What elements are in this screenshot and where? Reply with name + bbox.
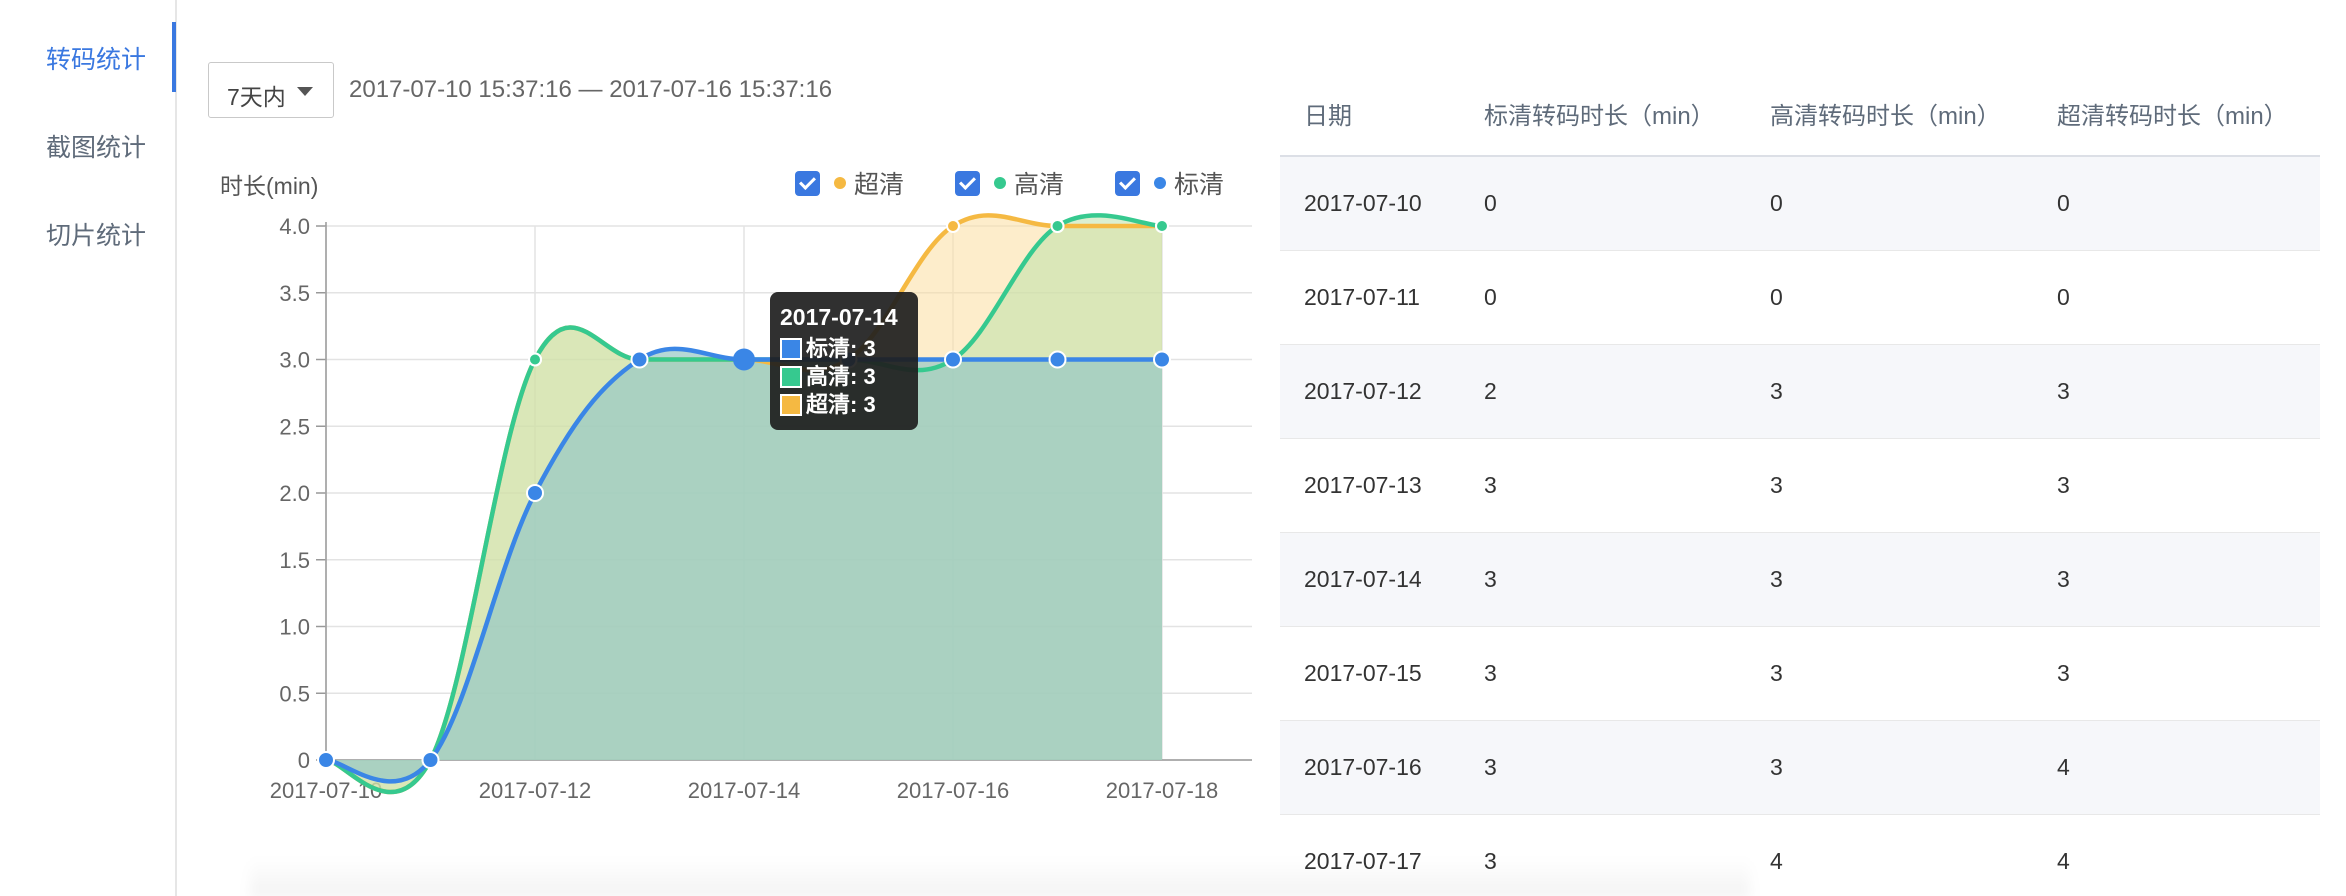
data-point-sd xyxy=(526,484,544,502)
table-header-sd: 标清转码时长（min） xyxy=(1484,103,1715,130)
data-point-sd xyxy=(317,751,335,769)
y-tick-label: 2.0 xyxy=(279,481,310,506)
tooltip-swatch-icon xyxy=(780,394,802,416)
sidebar-active-indicator xyxy=(172,22,176,92)
table-cell-sd: 3 xyxy=(1484,754,1497,780)
table-header-date: 日期 xyxy=(1304,103,1352,130)
table-cell-uhd: 3 xyxy=(2057,566,2070,592)
sidebar-item-transcode-stats[interactable]: 转码统计 xyxy=(46,40,146,76)
chart-tooltip: 2017-07-14 标清: 3 高清: 3 超清: 3 xyxy=(770,292,918,430)
data-point-sd xyxy=(944,350,962,369)
bottom-shadow xyxy=(250,858,1750,896)
date-range-text: 2017-07-10 15:37:16 — 2017-07-16 15:37:1… xyxy=(349,76,833,103)
sidebar: 转码统计 截图统计 切片统计 xyxy=(0,0,177,896)
time-range-select[interactable]: 7天内 xyxy=(208,62,334,118)
table-cell-sd: 3 xyxy=(1484,660,1497,686)
table-cell-hd: 3 xyxy=(1770,378,1783,404)
table-row: 2017-07-13 3 3 3 xyxy=(1280,439,2320,533)
table-row: 2017-07-14 3 3 3 xyxy=(1280,533,2320,627)
table-cell-hd: 3 xyxy=(1770,472,1783,498)
y-tick-label: 4.0 xyxy=(279,214,310,239)
chart-area[interactable]: 0 0.5 1.0 1.5 2.0 2.5 3.0 3.5 4.0 2017-07-10 2017-… xyxy=(200,150,1270,830)
tooltip-row-label: 标清: 3 xyxy=(806,336,876,361)
y-tick-label: 0.5 xyxy=(279,681,310,706)
table-cell-date: 2017-07-11 xyxy=(1304,284,1420,310)
x-tick-label: 2017-07-14 xyxy=(688,778,801,803)
tooltip-row-uhd: 超清: 3 xyxy=(780,391,908,419)
table-cell-date: 2017-07-16 xyxy=(1304,754,1422,780)
data-point-hd xyxy=(1050,219,1065,233)
sidebar-item-screenshot-stats[interactable]: 截图统计 xyxy=(46,128,146,164)
table-cell-date: 2017-07-14 xyxy=(1304,566,1422,592)
table-cell-uhd: 3 xyxy=(2057,660,2070,686)
y-tick-label: 1.5 xyxy=(279,548,310,573)
table-cell-hd: 4 xyxy=(1770,848,1783,874)
tooltip-swatch-icon xyxy=(780,338,802,360)
tooltip-title: 2017-07-14 xyxy=(780,304,898,330)
table-cell-hd: 3 xyxy=(1770,566,1783,592)
table-cell-uhd: 3 xyxy=(2057,472,2070,498)
tooltip-row-label: 高清: 3 xyxy=(806,364,876,389)
table-cell-date: 2017-07-13 xyxy=(1304,472,1422,498)
y-tick-label: 1.0 xyxy=(279,615,310,640)
table-cell-hd: 3 xyxy=(1770,754,1783,780)
table-cell-sd: 3 xyxy=(1484,472,1497,498)
data-point-sd xyxy=(630,350,649,369)
data-point-sd xyxy=(1153,350,1171,369)
table-cell-uhd: 3 xyxy=(2057,378,2070,404)
y-tick-label: 2.5 xyxy=(279,414,310,439)
x-tick-label: 2017-07-18 xyxy=(1106,778,1219,803)
table-cell-hd: 3 xyxy=(1770,660,1783,686)
table-cell-hd: 0 xyxy=(1770,284,1783,310)
table-row: 2017-07-12 2 3 3 xyxy=(1280,345,2320,439)
table-cell-hd: 0 xyxy=(1770,190,1783,216)
table-cell-date: 2017-07-15 xyxy=(1304,660,1422,686)
x-tick-label: 2017-07-12 xyxy=(479,778,592,803)
data-point-hd xyxy=(528,352,542,367)
table-cell-uhd: 4 xyxy=(2057,848,2070,874)
table-cell-sd: 0 xyxy=(1484,190,1497,216)
tooltip-swatch-icon xyxy=(780,366,802,388)
table-cell-uhd: 0 xyxy=(2057,190,2070,216)
y-tick-label: 3.5 xyxy=(279,281,310,306)
data-point-sd xyxy=(421,751,440,769)
tooltip-row-hd: 高清: 3 xyxy=(780,363,908,391)
table-header-uhd: 超清转码时长（min） xyxy=(2057,103,2288,130)
y-tick-label: 3.0 xyxy=(279,348,310,373)
data-point-sd xyxy=(1048,350,1067,369)
table-cell-sd: 3 xyxy=(1484,566,1497,592)
data-point-uhd xyxy=(946,219,960,233)
data-point-hd xyxy=(1155,219,1169,233)
time-range-select-value: 7天内 xyxy=(227,84,286,110)
table-header: 日期 标清转码时长（min） 高清转码时长（min） 超清转码时长（min） xyxy=(1280,60,2320,157)
table-cell-sd: 2 xyxy=(1484,378,1497,404)
table-row: 2017-07-11 0 0 0 xyxy=(1280,251,2320,345)
table-cell-uhd: 4 xyxy=(2057,754,2070,780)
table-row: 2017-07-10 0 0 0 xyxy=(1280,157,2320,251)
table-row: 2017-07-15 3 3 3 xyxy=(1280,627,2320,721)
table-cell-date: 2017-07-12 xyxy=(1304,378,1422,404)
tooltip-row-sd: 标清: 3 xyxy=(780,335,908,363)
table-cell-date: 2017-07-10 xyxy=(1304,190,1422,216)
table-header-hd: 高清转码时长（min） xyxy=(1770,103,2001,130)
table-row: 2017-07-16 3 3 4 xyxy=(1280,721,2320,815)
table-cell-sd: 0 xyxy=(1484,284,1497,310)
y-tick-label: 0 xyxy=(298,748,310,773)
caret-down-icon xyxy=(297,87,313,96)
area-chart[interactable]: 00.51.01.52.02.53.03.54.02017-07-10 2017-… xyxy=(200,150,1270,830)
sidebar-item-slice-stats[interactable]: 切片统计 xyxy=(46,216,146,252)
tooltip-row-label: 超清: 3 xyxy=(806,392,876,417)
data-point-sd xyxy=(733,348,755,371)
x-tick-label: 2017-07-16 xyxy=(897,778,1010,803)
table-cell-uhd: 0 xyxy=(2057,284,2070,310)
